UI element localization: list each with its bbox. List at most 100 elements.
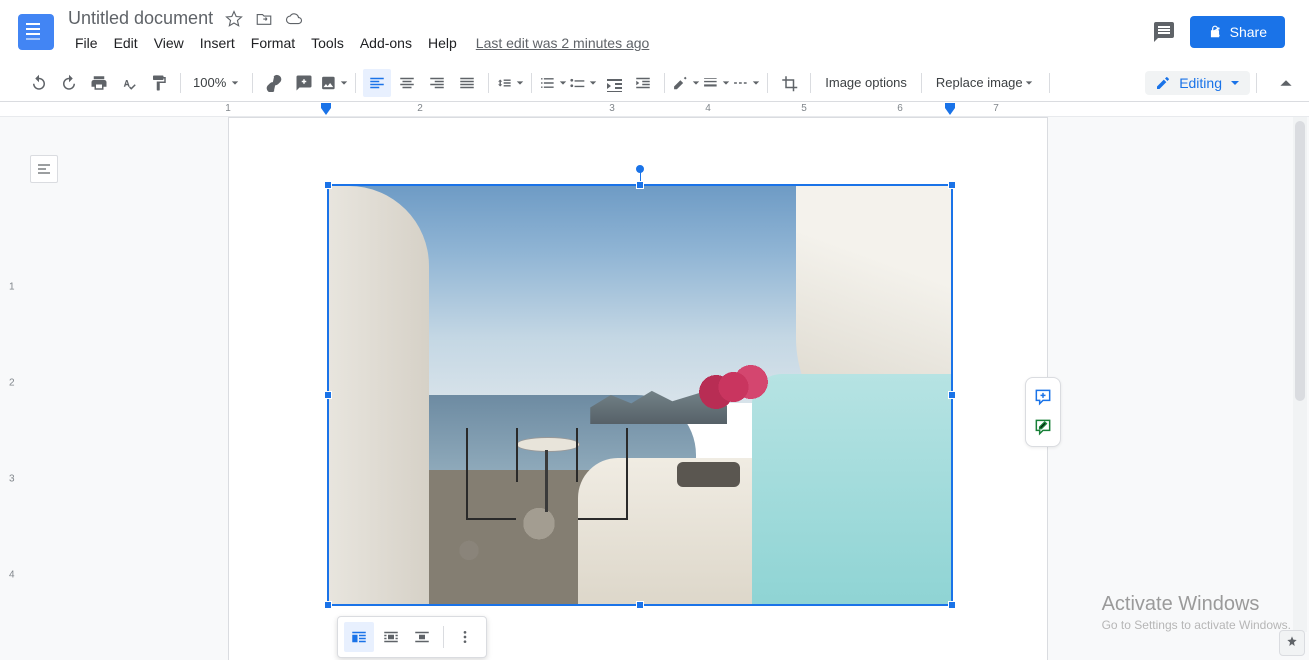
toolbar-separator: [810, 73, 811, 93]
menu-file[interactable]: File: [68, 31, 105, 55]
menu-bar: File Edit View Insert Format Tools Add-o…: [68, 31, 1152, 55]
hide-menus-button[interactable]: [1273, 70, 1299, 96]
ruler-num: 6: [897, 103, 903, 114]
replace-image-button[interactable]: Replace image: [928, 71, 1043, 94]
align-justify-button[interactable]: [453, 69, 481, 97]
ruler-num: 2: [417, 103, 423, 114]
menu-help[interactable]: Help: [421, 31, 464, 55]
docs-logo[interactable]: [16, 12, 56, 52]
menu-addons[interactable]: Add-ons: [353, 31, 419, 55]
menu-tools[interactable]: Tools: [304, 31, 351, 55]
line-spacing-button[interactable]: [496, 69, 524, 97]
numbered-list-button[interactable]: [539, 69, 567, 97]
vertical-ruler[interactable]: 1 2 3 4: [5, 117, 19, 660]
wrap-inline-button[interactable]: [344, 622, 374, 652]
menu-edit[interactable]: Edit: [107, 31, 145, 55]
zoom-dropdown[interactable]: 100%: [187, 75, 246, 90]
border-dash-button[interactable]: [732, 69, 760, 97]
increase-indent-button[interactable]: [629, 69, 657, 97]
left-indent-marker[interactable]: [320, 102, 332, 116]
last-edit-link[interactable]: Last edit was 2 minutes ago: [476, 35, 650, 51]
toolbar-separator: [252, 73, 253, 93]
horizontal-ruler[interactable]: 1 2 3 4 5 6 7: [0, 102, 1309, 117]
wrap-break-button[interactable]: [408, 622, 438, 652]
vertical-scrollbar[interactable]: [1293, 117, 1307, 632]
ruler-num: 7: [993, 103, 999, 114]
share-button[interactable]: Share: [1190, 16, 1285, 48]
ruler-num: 1: [225, 103, 231, 114]
redo-button[interactable]: [55, 69, 83, 97]
toolbar-separator: [1256, 73, 1257, 93]
border-weight-button[interactable]: [702, 69, 730, 97]
selected-image[interactable]: [329, 186, 951, 604]
wrap-more-button[interactable]: [450, 622, 480, 652]
mode-dropdown[interactable]: Editing: [1145, 71, 1250, 95]
floating-comment-panel: [1025, 377, 1061, 447]
header-bar: Untitled document File Edit View Insert …: [0, 0, 1309, 64]
windows-watermark: Activate Windows Go to Settings to activ…: [1102, 593, 1291, 632]
scrollbar-thumb[interactable]: [1295, 121, 1305, 401]
undo-button[interactable]: [25, 69, 53, 97]
resize-handle-e[interactable]: [948, 391, 956, 399]
header-right: Share: [1152, 16, 1301, 48]
insert-image-button[interactable]: [320, 69, 348, 97]
right-indent-marker[interactable]: [944, 102, 956, 116]
resize-handle-se[interactable]: [948, 601, 956, 609]
resize-handle-nw[interactable]: [324, 181, 332, 189]
image-options-button[interactable]: Image options: [817, 71, 915, 94]
image-wrap-toolbar: [337, 616, 487, 658]
add-comment-icon[interactable]: [1030, 384, 1056, 410]
toolbar-separator: [355, 73, 356, 93]
toolbar-separator: [488, 73, 489, 93]
toolbar-separator: [767, 73, 768, 93]
print-button[interactable]: [85, 69, 113, 97]
zoom-value: 100%: [193, 75, 226, 90]
chevron-down-icon: [230, 78, 240, 88]
align-left-button[interactable]: [363, 69, 391, 97]
ruler-num: 3: [609, 103, 615, 114]
toolbar: 100% Image options Replace image Editing: [0, 64, 1309, 102]
move-icon[interactable]: [255, 10, 273, 28]
paint-format-button[interactable]: [145, 69, 173, 97]
resize-handle-ne[interactable]: [948, 181, 956, 189]
border-color-button[interactable]: [672, 69, 700, 97]
suggest-edit-icon[interactable]: [1030, 414, 1056, 440]
wrap-text-button[interactable]: [376, 622, 406, 652]
add-comment-button[interactable]: [290, 69, 318, 97]
document-title[interactable]: Untitled document: [68, 8, 213, 29]
resize-handle-sw[interactable]: [324, 601, 332, 609]
comment-history-icon[interactable]: [1152, 20, 1176, 44]
toolbar-separator: [664, 73, 665, 93]
menu-format[interactable]: Format: [244, 31, 302, 55]
decrease-indent-button[interactable]: [599, 69, 627, 97]
mode-label: Editing: [1179, 75, 1222, 91]
share-label: Share: [1230, 24, 1267, 40]
spellcheck-button[interactable]: [115, 69, 143, 97]
resize-handle-n[interactable]: [636, 181, 644, 189]
explore-button[interactable]: [1279, 630, 1305, 656]
cloud-icon[interactable]: [285, 10, 303, 28]
toolbar-separator: [180, 73, 181, 93]
editor-workspace: 1 2 3 4: [0, 117, 1309, 660]
align-right-button[interactable]: [423, 69, 451, 97]
toolbar-separator: [531, 73, 532, 93]
menu-insert[interactable]: Insert: [193, 31, 242, 55]
document-page[interactable]: [228, 117, 1048, 660]
resize-handle-s[interactable]: [636, 601, 644, 609]
toolbar-separator: [443, 626, 444, 648]
align-center-button[interactable]: [393, 69, 421, 97]
ruler-num: 5: [801, 103, 807, 114]
crop-image-button[interactable]: [775, 69, 803, 97]
toolbar-separator: [921, 73, 922, 93]
image-content: [329, 186, 951, 604]
chevron-down-icon: [1230, 78, 1240, 88]
resize-handle-w[interactable]: [324, 391, 332, 399]
star-icon[interactable]: [225, 10, 243, 28]
toolbar-separator: [1049, 73, 1050, 93]
menu-view[interactable]: View: [147, 31, 191, 55]
insert-link-button[interactable]: [260, 69, 288, 97]
title-area: Untitled document File Edit View Insert …: [68, 8, 1152, 55]
document-outline-button[interactable]: [30, 155, 58, 183]
bulleted-list-button[interactable]: [569, 69, 597, 97]
ruler-num: 4: [705, 103, 711, 114]
